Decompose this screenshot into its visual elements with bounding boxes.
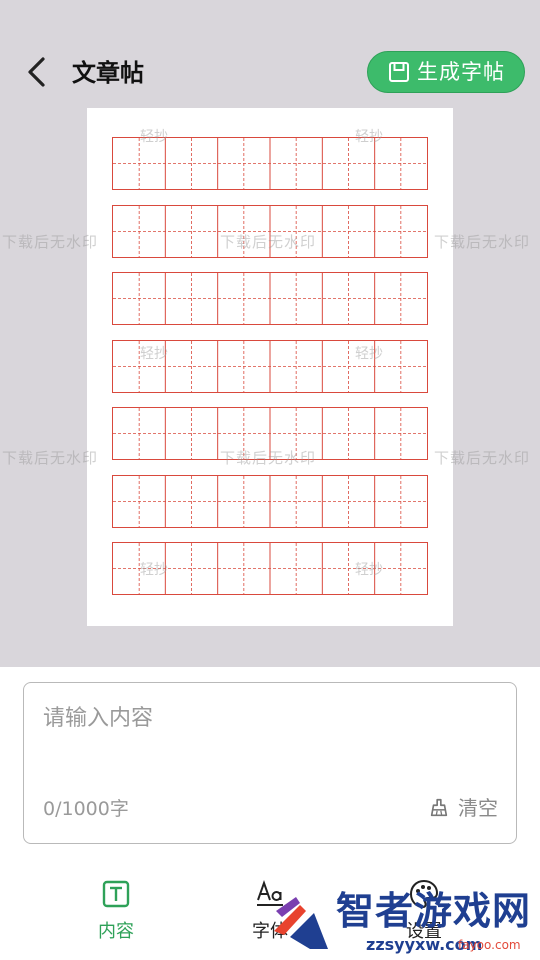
app-header: 文章帖 生成字帖	[0, 40, 540, 106]
tian-grid-row	[112, 205, 428, 258]
tian-grid-row	[112, 542, 428, 595]
tab-settings[interactable]: 设置	[374, 878, 474, 944]
tab-font-label: 字体	[252, 921, 288, 942]
tian-grid-row	[112, 272, 428, 325]
text-box-icon	[102, 880, 130, 908]
content-input[interactable]: 请输入内容 0/1000字 清空	[23, 682, 517, 844]
clear-label: 清空	[458, 796, 498, 820]
tab-content-label: 内容	[98, 921, 134, 942]
tian-grid-row	[112, 475, 428, 528]
generate-copybook-button[interactable]: 生成字帖	[367, 51, 525, 93]
bottom-tab-bar: 内容 字体 设置	[0, 862, 540, 960]
tian-grid-row	[112, 340, 428, 393]
palette-icon	[409, 879, 439, 909]
clear-button[interactable]: 清空	[428, 796, 498, 820]
tab-content[interactable]: 内容	[66, 878, 166, 944]
character-counter: 0/1000字	[43, 798, 129, 820]
tab-settings-label: 设置	[406, 921, 442, 942]
font-aa-icon	[257, 879, 283, 906]
chevron-left-icon	[28, 57, 45, 87]
tian-grid-row	[112, 407, 428, 460]
page-title: 文章帖	[72, 59, 144, 87]
back-button[interactable]	[18, 52, 58, 92]
generate-copybook-label: 生成字帖	[417, 60, 505, 84]
broom-icon	[430, 798, 448, 817]
copybook-preview	[87, 108, 453, 626]
tian-grid-row	[112, 137, 428, 190]
content-input-placeholder[interactable]: 请输入内容	[43, 705, 153, 733]
tab-font[interactable]: 字体	[220, 878, 320, 944]
save-box-icon	[389, 62, 409, 82]
